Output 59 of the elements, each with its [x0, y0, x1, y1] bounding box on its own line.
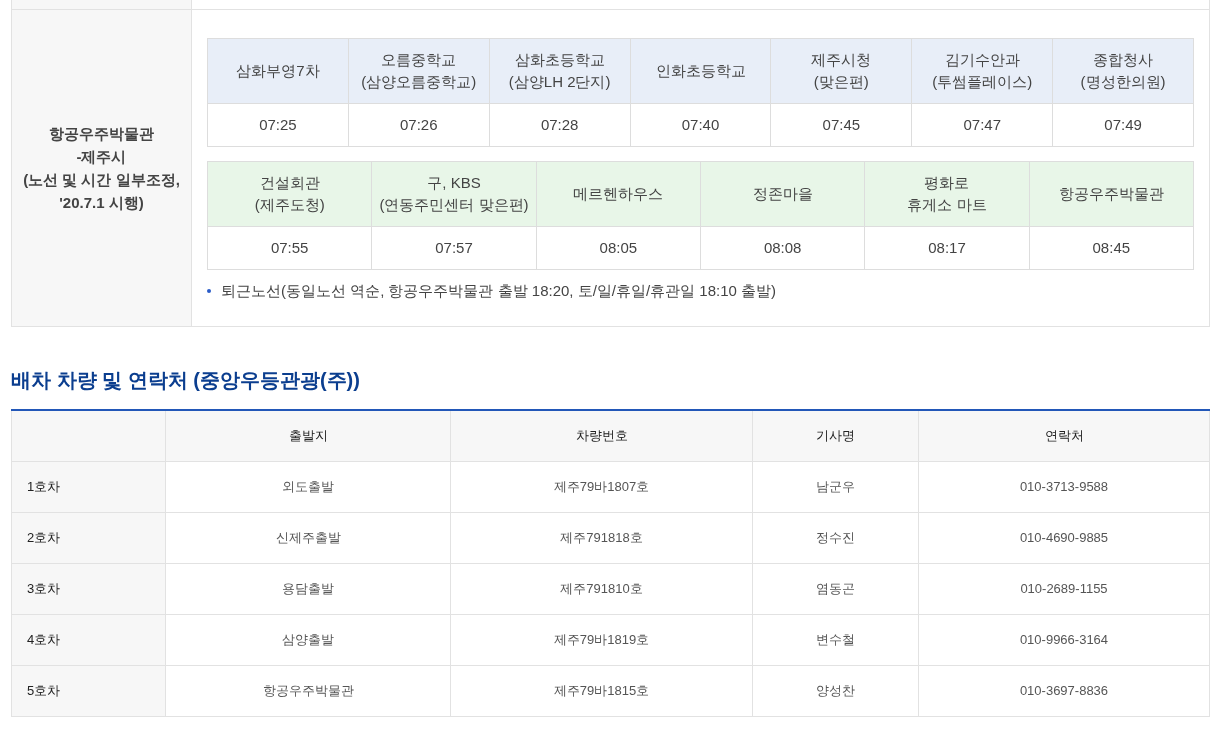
stop-time: 07:25: [258, 114, 298, 135]
column-header: 출발지: [166, 411, 451, 461]
stop-time: 07:28: [539, 114, 580, 135]
stop-name: 오름중학교 (삼양오름중학교): [348, 39, 489, 104]
stop-time: 08:08: [762, 237, 803, 258]
table-cell: 삼양출발: [166, 615, 451, 665]
note-text: 퇴근노선(동일노선 역순, 항공우주박물관 출발 18:20, 토/일/휴일/휴관일 18:10 출발): [221, 281, 777, 301]
stop-name: 인화초등학교: [630, 39, 771, 104]
row-header: 2호차: [12, 513, 166, 563]
stop-time: 07:55: [269, 237, 310, 258]
row-header: 1호차: [12, 462, 166, 512]
column-header: 연락처: [1043, 427, 1085, 446]
table-cell: 염동곤: [753, 564, 919, 614]
stop-time: 08:05: [598, 237, 639, 258]
table-cell: 항공우주박물관: [166, 666, 451, 716]
route-name: 항공우주박물관 -제주시 (노선 및 시간 일부조정, '20.7.1 시행): [23, 124, 180, 213]
stop-name: 종합청사 (명성한의원): [1053, 39, 1193, 104]
stop-name: 구, KBS (연동주민센터 맞은편): [372, 162, 536, 227]
stop-name: 김기수안과 (투썸플레이스): [912, 39, 1053, 104]
table-cell-text: 010-3697-8836: [1018, 682, 1110, 701]
table-cell-text: 010-9966-3164: [1018, 631, 1110, 650]
stop-time: 07:26: [399, 114, 439, 135]
stop-name: 정존마을: [701, 162, 865, 227]
column-header: 차량번호: [451, 411, 753, 461]
stop-name: 항공우주박물관: [1029, 162, 1193, 227]
row-header: 5호차: [12, 666, 166, 716]
table-cell: 제주791818호: [451, 513, 753, 563]
table-cell: 남군우: [753, 462, 919, 512]
stop-time: 07:57: [434, 237, 474, 258]
table-cell: 양성찬: [753, 666, 919, 716]
table-cell: 제주79바1815호: [451, 666, 753, 716]
stop-name: 메르헨하우스: [536, 162, 700, 227]
table-cell: 신제주출발: [166, 513, 451, 563]
table-cell: 정수진: [753, 513, 919, 563]
stop-time: 07:47: [962, 114, 1002, 135]
stop-time: 07:40: [680, 114, 721, 135]
table-cell-text: 010-4690-9885: [1018, 529, 1110, 548]
table-cell: 제주791810호: [451, 564, 753, 614]
bullet-icon: [207, 289, 211, 294]
column-header: 기사명: [753, 411, 919, 461]
stop-name: 제주시청 (맞은편): [771, 39, 912, 104]
stop-time: 08:45: [1091, 237, 1132, 258]
stop-time: 07:49: [1103, 114, 1143, 135]
table-cell-text: 010-2689-1155: [1019, 580, 1109, 599]
stop-name: 건설회관 (제주도청): [208, 162, 372, 227]
stop-time: 08:17: [927, 237, 967, 258]
stop-name: 평화로 휴게소 마트: [865, 162, 1029, 227]
row-header: 3호차: [12, 564, 166, 614]
table-cell: 외도출발: [166, 462, 451, 512]
row-header: 4호차: [12, 615, 166, 665]
section-title: 배차 차량 및 연락처 (중앙우등관광(주)): [11, 368, 361, 393]
stop-name: 삼화초등학교 (삼양LH 2단지): [489, 39, 630, 104]
stop-time: 07:45: [821, 114, 862, 135]
table-cell: 용담출발: [166, 564, 451, 614]
table-cell-text: 010-3713-9588: [1018, 478, 1110, 497]
table-cell: 변수철: [753, 615, 919, 665]
table-cell: 제주79바1819호: [451, 615, 753, 665]
stop-name: 삼화부영7차: [208, 39, 348, 104]
table-cell: 제주79바1807호: [451, 462, 753, 512]
